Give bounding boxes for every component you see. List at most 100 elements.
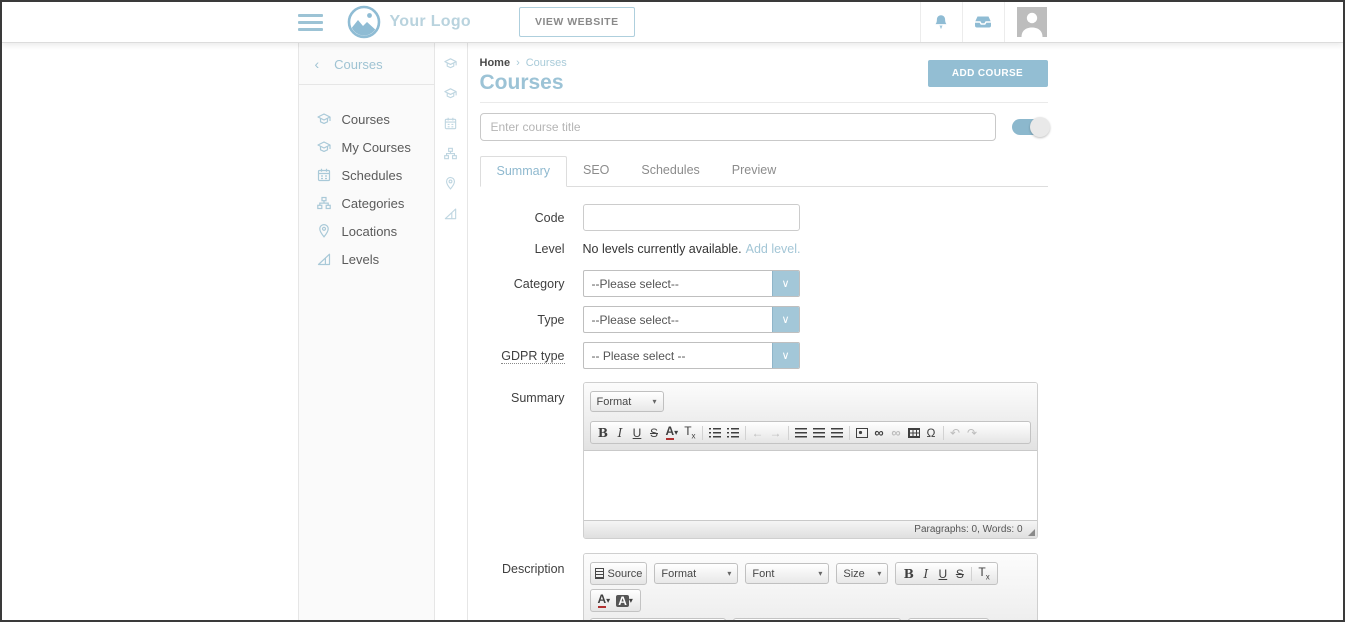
add-course-button[interactable]: ADD COURSE	[928, 60, 1048, 87]
paragraph-group: →←	[733, 618, 901, 622]
breadcrumb-separator-icon: ›	[516, 57, 520, 69]
toggle-knob	[1030, 117, 1050, 137]
underline-button[interactable]: U	[934, 565, 951, 582]
code-input[interactable]	[583, 204, 800, 231]
dropdown-arrow-icon: ▾	[652, 397, 656, 406]
basic-styles-group: BIUS Tx	[895, 562, 997, 585]
strip-my-courses-icon[interactable]	[443, 86, 458, 106]
summary-editor: Format▾ BIUSA▾Tx←→∞∞Ω↶↷ Paragraphs: 0, W…	[583, 382, 1038, 539]
underline-button[interactable]: U	[629, 424, 646, 441]
chevron-down-icon[interactable]: ∨	[772, 271, 799, 296]
sidebar-item-schedules[interactable]: Schedules	[299, 161, 434, 189]
source-button[interactable]: Source	[590, 562, 648, 585]
align-center-button[interactable]	[810, 424, 828, 441]
table-button[interactable]	[905, 424, 923, 441]
back-chevron-icon[interactable]: ‹	[315, 56, 320, 72]
tab-summary[interactable]: Summary	[480, 156, 567, 187]
description-editor: Source Format▾ Font▾ Size▾ BIUS Tx A▾A▾ ✂…	[583, 553, 1038, 622]
summary-editor-content[interactable]	[584, 450, 1037, 520]
summary-toolbar: BIUSA▾Tx←→∞∞Ω↶↷	[590, 421, 1031, 444]
size-dropdown[interactable]: Size▾	[836, 563, 888, 584]
unlink-button: ∞	[888, 424, 905, 441]
notifications-button[interactable]	[920, 2, 962, 42]
bold-button[interactable]: B	[900, 565, 917, 582]
bullet-list-button[interactable]	[724, 424, 742, 441]
strip-calendar-icon[interactable]	[443, 116, 458, 136]
undo-button: ↶	[947, 424, 964, 441]
breadcrumb-current: Courses	[526, 57, 567, 69]
toolbar-separator	[702, 426, 703, 440]
toolbar-separator	[788, 426, 789, 440]
sidebar-item-label: Categories	[342, 196, 405, 211]
inbox-button[interactable]	[962, 2, 1004, 42]
strike-button[interactable]: S	[646, 424, 663, 441]
format-dropdown[interactable]: Format▾	[590, 391, 664, 412]
sidebar-item-my-courses[interactable]: My Courses	[299, 133, 434, 161]
tab-preview[interactable]: Preview	[716, 156, 792, 186]
font-dropdown[interactable]: Font▾	[745, 563, 829, 584]
tab-seo[interactable]: SEO	[567, 156, 625, 186]
sidebar-item-courses[interactable]: Courses	[299, 105, 434, 133]
breadcrumb-home[interactable]: Home	[480, 57, 511, 69]
add-level-link[interactable]: Add level.	[746, 242, 801, 256]
italic-button[interactable]: I	[917, 565, 934, 582]
category-select[interactable]: --Please select-- ∨	[583, 270, 800, 297]
image-button[interactable]	[853, 424, 871, 441]
course-form: Code Level No levels currently available…	[480, 204, 1048, 622]
bold-button[interactable]: B	[595, 424, 612, 441]
text-color-button[interactable]: A▾	[595, 592, 614, 609]
strip-sitemap-icon[interactable]	[443, 146, 458, 166]
special-char-button[interactable]: Ω	[923, 424, 940, 441]
strike-button[interactable]: S	[951, 565, 968, 582]
chevron-down-icon[interactable]: ∨	[772, 343, 799, 368]
hamburger-menu-icon[interactable]	[298, 10, 323, 35]
strip-levels-icon[interactable]	[443, 206, 458, 226]
breadcrumb: Home › Courses	[480, 57, 567, 69]
sidebar: ‹ Courses Courses My Courses Schedules	[298, 43, 435, 622]
sidebar-title: Courses	[334, 57, 382, 72]
bg-color-button[interactable]: A▾	[613, 592, 636, 609]
sidebar-header[interactable]: ‹ Courses	[299, 43, 434, 85]
sidebar-item-categories[interactable]: Categories	[299, 189, 434, 217]
sidebar-item-label: Levels	[342, 252, 380, 267]
remove-format-button[interactable]: Tx	[975, 565, 992, 582]
user-avatar	[1017, 7, 1047, 37]
clipboard-group: ✂↶↷	[590, 618, 726, 622]
strip-location-pin-icon[interactable]	[443, 176, 458, 196]
text-color-button[interactable]: A▾	[663, 424, 682, 441]
align-right-button[interactable]	[828, 424, 846, 441]
numbered-list-button[interactable]	[706, 424, 724, 441]
resize-handle-icon[interactable]	[1028, 529, 1035, 536]
user-menu[interactable]	[1004, 2, 1048, 42]
logo[interactable]: Your Logo	[347, 5, 472, 39]
sidebar-nav: Courses My Courses Schedules Categories …	[299, 85, 434, 273]
course-title-input[interactable]	[480, 113, 996, 141]
indent-button: →	[767, 424, 785, 441]
sidebar-item-label: Courses	[342, 112, 390, 127]
levels-icon	[316, 251, 332, 267]
chevron-down-icon[interactable]: ∨	[772, 307, 799, 332]
sidebar-item-levels[interactable]: Levels	[299, 245, 434, 273]
toolbar-separator	[849, 426, 850, 440]
format-dropdown[interactable]: Format▾	[654, 563, 738, 584]
page-title: Courses	[480, 71, 567, 95]
colors-group: A▾A▾	[590, 589, 641, 612]
remove-format-button[interactable]: Tx	[681, 424, 698, 441]
tab-bar: Summary SEO Schedules Preview	[480, 156, 1048, 187]
dropdown-arrow-icon: ▾	[727, 569, 731, 578]
view-website-button[interactable]: VIEW WEBSITE	[519, 7, 635, 37]
sidebar-item-label: My Courses	[342, 140, 411, 155]
tab-schedules[interactable]: Schedules	[625, 156, 715, 186]
divider	[480, 102, 1048, 103]
type-select[interactable]: --Please select-- ∨	[583, 306, 800, 333]
dropdown-arrow-icon: ▾	[877, 569, 881, 578]
link-button[interactable]: ∞	[871, 424, 888, 441]
publish-toggle[interactable]	[1012, 119, 1048, 135]
sidebar-item-label: Locations	[342, 224, 398, 239]
strip-courses-icon[interactable]	[443, 56, 458, 76]
insert-group: ♪	[908, 618, 989, 622]
sidebar-item-locations[interactable]: Locations	[299, 217, 434, 245]
gdpr-type-select[interactable]: -- Please select -- ∨	[583, 342, 800, 369]
italic-button[interactable]: I	[612, 424, 629, 441]
align-left-button[interactable]	[792, 424, 810, 441]
